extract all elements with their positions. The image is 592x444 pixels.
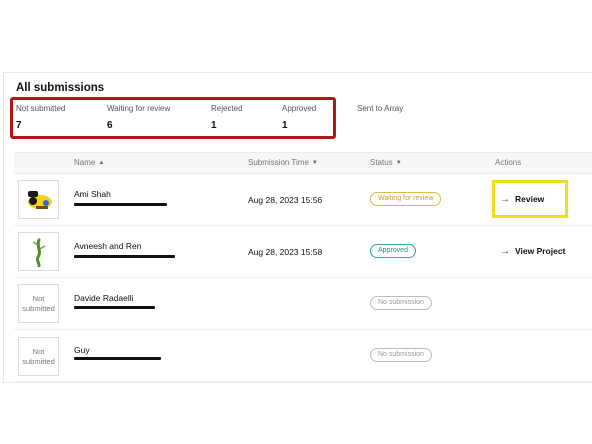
stat-sent-to-array: Sent to Array — [357, 104, 403, 120]
column-header-submission-time[interactable]: Submission Time ▼ — [248, 158, 318, 167]
submitter-name: Guy — [74, 345, 90, 355]
cartoon-character-thumbnail — [18, 180, 59, 219]
sort-down-icon: ▼ — [395, 160, 402, 166]
green-figure-image — [32, 238, 45, 267]
not-submitted-label: Not submitted — [22, 347, 55, 366]
cartoon-character-image — [27, 190, 52, 209]
submitter-name: Avneesh and Ren — [74, 241, 142, 251]
submission-time: Aug 28, 2023 15:56 — [248, 195, 323, 205]
table-row — [14, 330, 592, 382]
redacted-text — [74, 306, 155, 309]
highlight-box-review — [492, 180, 568, 218]
not-submitted-label: Not submitted — [22, 294, 55, 313]
column-header-name[interactable]: Name ▲ — [74, 158, 104, 167]
table-row — [14, 278, 592, 330]
sort-down-icon: ▼ — [311, 160, 318, 166]
highlight-box-stats — [10, 97, 336, 139]
page-title: All submissions — [16, 82, 105, 94]
column-header-status[interactable]: Status ▼ — [370, 158, 402, 167]
column-header-actions: Actions — [495, 158, 522, 167]
redacted-text — [74, 255, 175, 258]
redacted-text — [74, 203, 167, 206]
status-badge: Approved — [370, 244, 416, 258]
redacted-text — [74, 357, 161, 360]
submission-time: Aug 28, 2023 15:58 — [248, 247, 323, 257]
view-project-button[interactable]: → View Project — [500, 246, 565, 257]
submitter-name: Ami Shah — [74, 189, 111, 199]
arrow-right-icon: → — [500, 246, 510, 257]
sort-up-icon: ▲ — [98, 160, 105, 166]
submitter-name: Davide Radaelli — [74, 293, 134, 303]
not-submitted-thumbnail: Not submitted — [18, 337, 59, 376]
green-figure-thumbnail — [18, 232, 59, 271]
status-badge: No submission — [370, 348, 432, 362]
stat-label: Sent to Array — [357, 104, 404, 113]
not-submitted-thumbnail: Not submitted — [18, 284, 59, 323]
status-badge: No submission — [370, 296, 432, 310]
status-badge: Waiting for review — [370, 192, 442, 206]
